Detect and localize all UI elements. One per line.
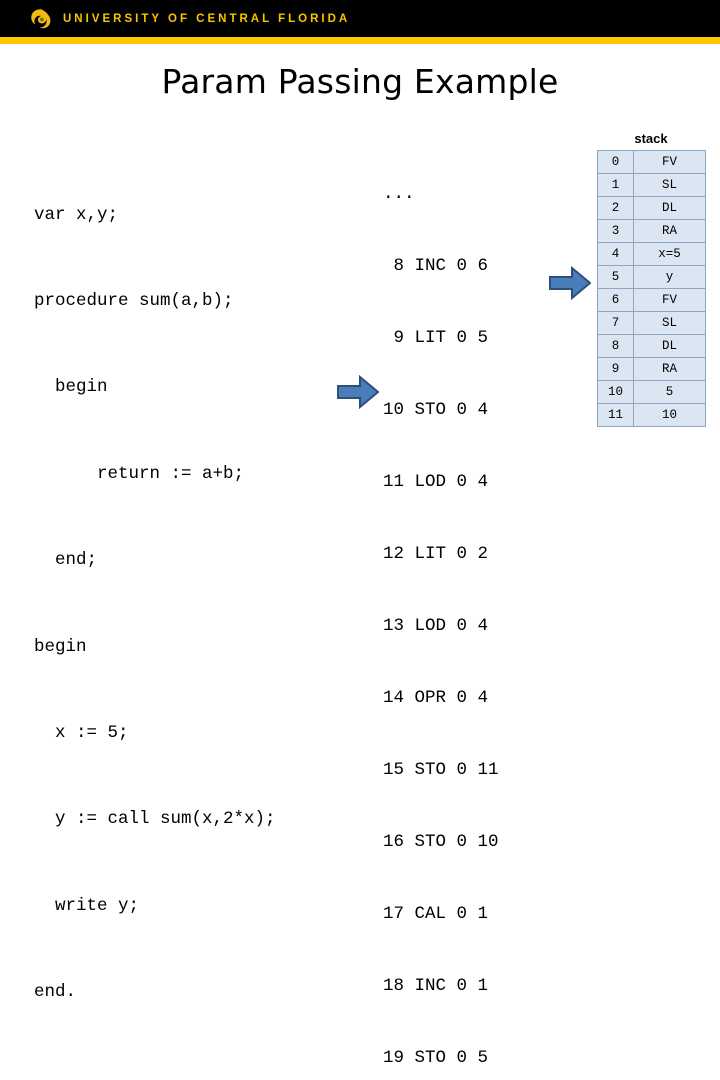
stack-value-cell: x=5	[633, 242, 706, 266]
stack-row: 10 5	[597, 380, 706, 404]
stack-row: 4 x=5	[597, 242, 706, 266]
stack-index-cell: 9	[597, 357, 634, 381]
stack-index-cell: 7	[597, 311, 634, 335]
ucf-gold-stripe	[0, 37, 720, 44]
stack-row: 1 SL	[597, 173, 706, 197]
stack-value-cell: SL	[633, 311, 706, 335]
stack-index-cell: 11	[597, 403, 634, 427]
stack-value-cell: DL	[633, 334, 706, 358]
ucf-brand-lockup: UNIVERSITY OF CENTRAL FLORIDA	[28, 7, 350, 31]
stack-row: 6 FV	[597, 288, 706, 312]
stack-index-cell: 4	[597, 242, 634, 266]
code-line: begin	[34, 636, 87, 657]
stack-value-cell: FV	[633, 150, 706, 174]
stack-row: 0 FV	[597, 150, 706, 174]
code-line: write y;	[34, 895, 140, 916]
assembly-row: 18 INC 0 1	[383, 976, 489, 996]
code-line: var x,y;	[34, 204, 119, 225]
assembly-row: 16 STO 0 10	[383, 832, 499, 852]
ucf-wordmark: UNIVERSITY OF CENTRAL FLORIDA	[63, 13, 351, 25]
stack-row: 8 DL	[597, 334, 706, 358]
arrow-to-stack-icon	[549, 266, 591, 300]
stack-index-cell: 5	[597, 265, 634, 289]
assembly-row: 12 LIT 0 2	[383, 544, 489, 564]
stack-value-cell: 5	[633, 380, 706, 404]
ucf-pegasus-icon	[28, 8, 52, 30]
stack-index-cell: 2	[597, 196, 634, 220]
stack-index-cell: 0	[597, 150, 634, 174]
assembly-row: 17 CAL 0 1	[383, 904, 489, 924]
assembly-ellipsis: ...	[383, 184, 415, 204]
stack-index-cell: 3	[597, 219, 634, 243]
stack-row: 3 RA	[597, 219, 706, 243]
assembly-row: 8 INC 0 6	[383, 256, 489, 276]
stack-value-cell: DL	[633, 196, 706, 220]
stack-value-cell: 10	[633, 403, 706, 427]
stack-row: 7 SL	[597, 311, 706, 335]
assembly-row: 10 STO 0 4	[383, 400, 489, 420]
code-line: y := call sum(x,2*x);	[34, 809, 276, 830]
stack-value-cell: FV	[633, 288, 706, 312]
stack-row: 5y	[597, 265, 706, 289]
stack-row: 11 10	[597, 403, 706, 427]
stack-value-cell: SL	[633, 173, 706, 197]
assembly-listing: ... 8 INC 0 6 9 LIT 0 5 10 STO 0 4 11 LO…	[383, 134, 499, 1080]
assembly-row: 15 STO 0 11	[383, 760, 499, 780]
stack-index-cell: 6	[597, 288, 634, 312]
code-line: end.	[34, 982, 77, 1003]
stack-value-cell: RA	[633, 357, 706, 381]
code-line: end;	[34, 550, 98, 571]
stack-index-cell: 1	[597, 173, 634, 197]
assembly-row: 13 LOD 0 4	[383, 616, 489, 636]
assembly-row: 9 LIT 0 5	[383, 328, 489, 348]
assembly-row: 11 LOD 0 4	[383, 472, 489, 492]
stack-index-cell: 8	[597, 334, 634, 358]
assembly-row: 19 STO 0 5	[383, 1048, 489, 1068]
code-line: procedure sum(a,b);	[34, 290, 234, 311]
source-code-block: var x,y; procedure sum(a,b); begin retur…	[34, 143, 276, 1036]
stack-row: 9 RA	[597, 357, 706, 381]
stack-table-label: stack	[634, 131, 668, 146]
stack-row: 2 DL	[597, 196, 706, 220]
stack-index-cell: 10	[597, 380, 634, 404]
stack-value-cell: y	[633, 265, 706, 289]
arrow-to-listing-icon	[337, 375, 379, 409]
code-line: x := 5;	[34, 722, 129, 743]
stack-table: 0 FV 1 SL 2 DL 3 RA 4 x=5 5 y 6 FV 7 SL 8 DL 9 RA 10 5 11 10	[597, 150, 706, 427]
code-line: begin	[34, 377, 108, 398]
page-title: Param Passing Example	[161, 62, 559, 101]
stack-value-cell: RA	[633, 219, 706, 243]
code-line: return := a+b;	[34, 463, 245, 484]
assembly-row: 14 OPR 0 4	[383, 688, 489, 708]
